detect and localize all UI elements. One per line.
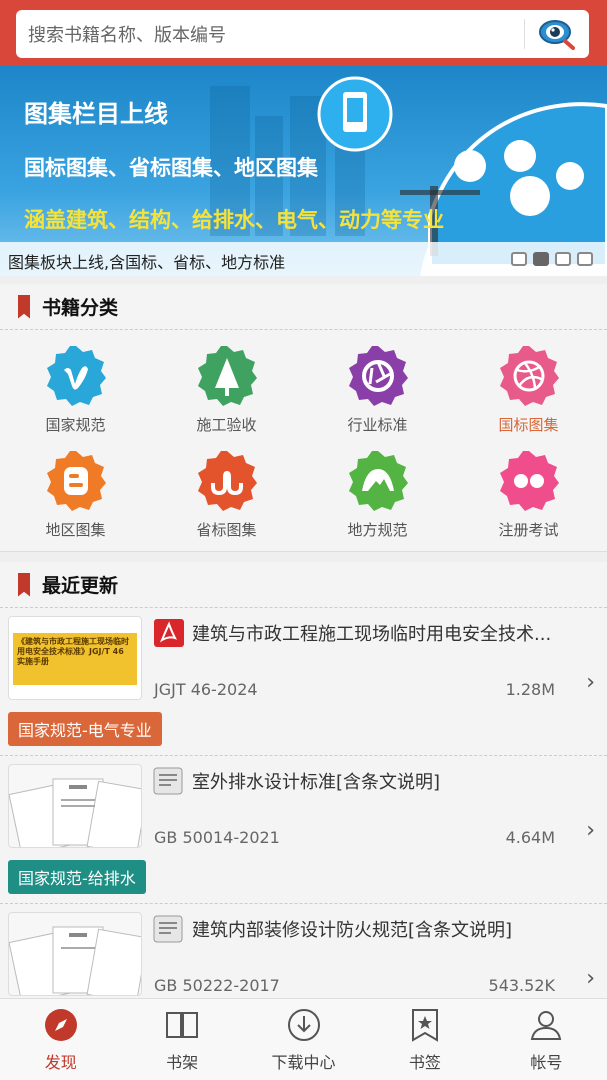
mountain-icon <box>348 451 408 511</box>
banner-pager <box>511 252 593 266</box>
document-stack-image <box>9 926 141 995</box>
category-difang-guifan[interactable]: 地方规范 <box>302 435 453 540</box>
stumbleupon-icon <box>197 451 257 511</box>
category-label: 地区图集 <box>45 521 106 539</box>
book-code: GB 50014-2021 <box>154 828 280 847</box>
category-shengbiao-tuji[interactable]: 省标图集 <box>151 435 302 540</box>
list-item[interactable]: 《建筑与市政工程施工现场临时用电安全技术标准》JGJ/T 46 实施手册 建筑与… <box>0 608 607 756</box>
book-title: 室外排水设计标准[含条文说明] <box>192 772 441 793</box>
book-cover-thumbnail <box>8 912 142 996</box>
categories-header: 书籍分类 <box>0 284 607 330</box>
file-size: 4.64M <box>505 828 555 847</box>
recent-header: 最近更新 <box>0 562 607 608</box>
tab-label: 下载中心 <box>271 1053 336 1072</box>
category-label: 行业标准 <box>347 416 408 434</box>
category-diqu-tuji[interactable]: 地区图集 <box>0 435 151 540</box>
banner-subtitle: 国标图集、省标图集、地区图集 <box>24 156 318 180</box>
tab-bookmarks[interactable]: 书签 <box>364 999 485 1080</box>
category-tag: 国家规范-电气专业 <box>8 712 162 746</box>
banner-caption-bar: 图集板块上线,含国标、省标、地方标准 <box>0 242 607 276</box>
section-title: 书籍分类 <box>42 297 119 319</box>
chevron-right-icon: › <box>586 670 595 695</box>
document-icon <box>153 767 183 795</box>
category-label: 施工验收 <box>196 416 257 434</box>
book-title: 建筑内部装修设计防火规范[含条文说明] <box>192 920 513 941</box>
tab-label: 发现 <box>44 1053 77 1072</box>
category-grid: 国家规范 施工验收 行业标准 国标图集 地区图集 省标图集 地方规范 注册考试 <box>0 330 607 552</box>
category-label: 地方规范 <box>347 521 408 539</box>
banner-title: 图集栏目上线 <box>24 100 168 128</box>
category-label: 注册考试 <box>498 521 559 539</box>
category-hangye-biaozhun[interactable]: 行业标准 <box>302 330 453 435</box>
pager-dot-active[interactable] <box>533 252 549 266</box>
bookmark-flag-icon <box>18 294 30 319</box>
bottom-tab-bar: 发现 书架 下载中心 书签 帐号 <box>0 998 607 1080</box>
document-icon <box>153 915 183 943</box>
category-guobiao-tuji[interactable]: 国标图集 <box>453 330 604 435</box>
category-zhuce-kaoshi[interactable]: 注册考试 <box>453 435 604 540</box>
document-stack-image <box>9 778 141 847</box>
pager-dot[interactable] <box>555 252 571 266</box>
blogger-icon <box>46 451 106 511</box>
book-icon <box>166 1012 199 1038</box>
category-tag: 国家规范-给排水 <box>8 860 146 894</box>
search-button[interactable] <box>525 10 589 58</box>
list-item[interactable]: 建筑内部装修设计防火规范[含条文说明] GB 50222-2017 543.52… <box>0 904 607 998</box>
tab-account[interactable]: 帐号 <box>486 999 607 1080</box>
category-shigong-yanshou[interactable]: 施工验收 <box>151 330 302 435</box>
book-cover-thumbnail <box>8 764 142 848</box>
book-cover-thumbnail: 《建筑与市政工程施工现场临时用电安全技术标准》JGJ/T 46 实施手册 <box>8 616 142 700</box>
search-eye-icon <box>539 20 575 50</box>
cover-title: 《建筑与市政工程施工现场临时用电安全技术标准》JGJ/T 46 实施手册 <box>17 637 129 666</box>
book-code: JGJT 46-2024 <box>154 680 258 699</box>
promo-banner[interactable]: 图集栏目上线 国标图集、省标图集、地区图集 涵盖建筑、结构、给排水、电气、动力等… <box>0 66 607 276</box>
camera-aperture-icon <box>348 346 408 406</box>
search-input[interactable]: 搜索书籍名称、版本编号 <box>16 21 524 47</box>
compass-icon <box>44 1009 77 1041</box>
user-icon <box>531 1011 562 1040</box>
chevron-right-icon: › <box>586 818 595 843</box>
tab-label: 帐号 <box>530 1053 563 1072</box>
list-item[interactable]: 室外排水设计标准[含条文说明] GB 50014-2021 4.64M › 国家… <box>0 756 607 904</box>
pager-dot[interactable] <box>511 252 527 266</box>
bookmark-flag-icon <box>18 572 30 597</box>
category-label: 国家规范 <box>45 416 106 434</box>
flickr-icon <box>499 451 559 511</box>
tab-downloads[interactable]: 下载中心 <box>243 999 364 1080</box>
tab-discover[interactable]: 发现 <box>0 999 121 1080</box>
tab-label: 书架 <box>166 1053 199 1072</box>
recent-list: 《建筑与市政工程施工现场临时用电安全技术标准》JGJ/T 46 实施手册 建筑与… <box>0 608 607 998</box>
bookmark-star-icon <box>411 1009 438 1042</box>
tab-bookshelf[interactable]: 书架 <box>121 999 242 1080</box>
file-size: 543.52K <box>488 976 555 995</box>
top-bar: 搜索书籍名称、版本编号 <box>0 0 607 66</box>
search-bar[interactable]: 搜索书籍名称、版本编号 <box>16 10 589 58</box>
book-title: 建筑与市政工程施工现场临时用电安全技术... <box>192 624 552 645</box>
pager-dot[interactable] <box>577 252 593 266</box>
section-title: 最近更新 <box>42 575 119 597</box>
pdf-icon <box>154 619 184 647</box>
file-size: 1.28M <box>505 680 555 699</box>
banner-caption: 图集板块上线,含国标、省标、地方标准 <box>8 253 286 272</box>
chevron-right-icon: › <box>586 966 595 991</box>
category-guojia-guifan[interactable]: 国家规范 <box>0 330 151 435</box>
dribbble-icon <box>499 346 559 406</box>
download-icon <box>287 1009 320 1041</box>
tab-label: 书签 <box>408 1053 441 1072</box>
tree-icon <box>197 346 257 406</box>
category-label: 省标图集 <box>196 521 257 539</box>
category-label: 国标图集 <box>498 416 559 434</box>
book-code: GB 50222-2017 <box>154 976 280 995</box>
banner-highlight: 涵盖建筑、结构、给排水、电气、动力等专业 <box>24 208 444 232</box>
vimeo-icon <box>46 346 106 406</box>
